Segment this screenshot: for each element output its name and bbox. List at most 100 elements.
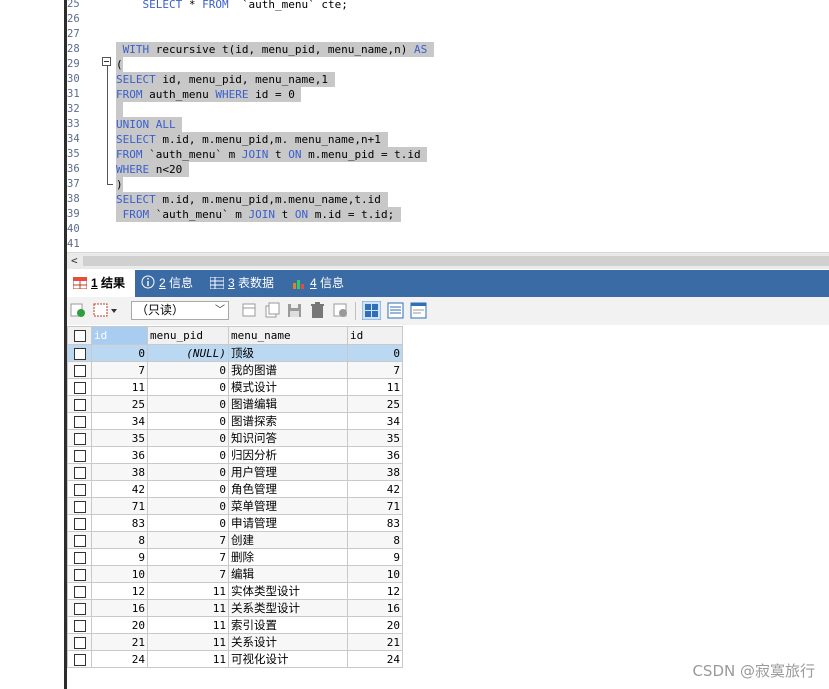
text-view-icon[interactable] [410,302,427,319]
cell-menu-name[interactable]: 可视化设计 [228,650,348,668]
cell-id-2[interactable]: 0 [347,344,403,362]
column-header-id[interactable]: id [91,326,148,345]
code-line[interactable]: 38 SELECT m.id, m.menu_pid,m.menu_name,t.… [67,192,829,207]
refresh-icon[interactable] [70,302,87,319]
grid-view-icon[interactable] [362,301,381,320]
row-checkbox[interactable] [67,378,92,396]
cell-menu-name[interactable]: 关系设计 [228,633,348,651]
row-checkbox[interactable] [67,650,92,668]
cell-id-2[interactable]: 36 [347,446,403,464]
code-line[interactable]: 36 WHERE n<20 [67,162,829,177]
code-line[interactable]: 27 [67,27,829,42]
cell-id[interactable]: 35 [91,429,148,447]
cell-menu-name[interactable]: 索引设置 [228,616,348,634]
row-checkbox[interactable] [67,446,92,464]
save-icon[interactable] [286,302,303,319]
cell-id-2[interactable]: 83 [347,514,403,532]
cell-menu-name[interactable]: 归因分析 [228,446,348,464]
horizontal-scrollbar[interactable]: < [67,252,829,269]
delete-icon[interactable] [309,302,326,319]
code-line[interactable]: 40 [67,222,829,237]
table-row[interactable]: 20 11 索引设置 20 [67,616,403,634]
row-checkbox[interactable] [67,395,92,413]
cell-menu-pid[interactable]: 0 [147,429,229,447]
row-checkbox[interactable] [67,565,92,583]
cell-menu-name[interactable]: 角色管理 [228,480,348,498]
code-line[interactable]: 32 [67,102,829,117]
cell-id[interactable]: 42 [91,480,148,498]
scroll-thumb[interactable] [83,256,829,266]
discard-changes-icon[interactable] [332,302,349,319]
row-checkbox[interactable] [67,497,92,515]
tab-info-2[interactable]: 4 信息 [292,270,344,297]
table-row[interactable]: 24 11 可视化设计 24 [67,650,403,668]
table-row[interactable]: 10 7 编辑 10 [67,565,403,583]
cell-id-2[interactable]: 35 [347,429,403,447]
cell-id-2[interactable]: 8 [347,531,403,549]
cell-id[interactable]: 11 [91,378,148,396]
cell-id[interactable]: 9 [91,548,148,566]
cell-menu-name[interactable]: 知识问答 [228,429,348,447]
cell-id-2[interactable]: 71 [347,497,403,515]
cell-id-2[interactable]: 25 [347,395,403,413]
cell-menu-name[interactable]: 模式设计 [228,378,348,396]
row-checkbox[interactable] [67,599,92,617]
tab-result[interactable]: 1 结果 [67,270,135,297]
code-line[interactable]: 30 SELECT id, menu_pid, menu_name,1 [67,72,829,87]
row-checkbox[interactable] [67,531,92,549]
insert-row-icon[interactable] [241,302,258,319]
column-header-id-2[interactable]: id [347,326,403,345]
cell-id[interactable]: 36 [91,446,148,464]
cell-id-2[interactable]: 42 [347,480,403,498]
cell-menu-name[interactable]: 删除 [228,548,348,566]
row-checkbox[interactable] [67,344,92,362]
cell-menu-name[interactable]: 顶级 [228,344,348,362]
cell-id[interactable]: 34 [91,412,148,430]
code-line[interactable]: 34 SELECT m.id, m.menu_pid,m. menu_name,n… [67,132,829,147]
export-dropdown-icon[interactable] [93,302,119,319]
tab-info[interactable]: 2 信息 [141,270,193,297]
row-checkbox[interactable] [67,480,92,498]
column-header-menu-pid[interactable]: menu_pid [147,326,229,345]
cell-id[interactable]: 25 [91,395,148,413]
code-line[interactable]: 33 UNION ALL [67,117,829,132]
cell-id[interactable]: 24 [91,650,148,668]
code-line[interactable]: 28 WITH recursive t(id, menu_pid, menu_n… [67,42,829,57]
row-checkbox[interactable] [67,463,92,481]
cell-id-2[interactable]: 20 [347,616,403,634]
cell-menu-pid[interactable]: 7 [147,548,229,566]
table-row[interactable]: 42 0 角色管理 42 [67,480,403,498]
cell-menu-name[interactable]: 图谱编辑 [228,395,348,413]
table-row[interactable]: 16 11 关系类型设计 16 [67,599,403,617]
table-row[interactable]: 11 0 模式设计 11 [67,378,403,396]
cell-menu-pid[interactable]: 0 [147,412,229,430]
cell-menu-pid[interactable]: 0 [147,395,229,413]
cell-menu-pid[interactable]: 0 [147,378,229,396]
row-checkbox[interactable] [67,412,92,430]
row-checkbox[interactable] [67,514,92,532]
cell-menu-pid[interactable]: 0 [147,361,229,379]
cell-id[interactable]: 10 [91,565,148,583]
form-view-icon[interactable] [387,302,404,319]
cell-id-2[interactable]: 38 [347,463,403,481]
table-row[interactable]: 25 0 图谱编辑 25 [67,395,403,413]
cell-menu-pid[interactable]: 0 [147,480,229,498]
table-row[interactable]: 0 (NULL) 顶级 0 [67,344,403,362]
cell-menu-pid[interactable]: 7 [147,531,229,549]
code-line[interactable]: 26 [67,12,829,27]
cell-id[interactable]: 38 [91,463,148,481]
cell-menu-name[interactable]: 申请管理 [228,514,348,532]
table-row[interactable]: 83 0 申请管理 83 [67,514,403,532]
cell-menu-name[interactable]: 关系类型设计 [228,599,348,617]
cell-menu-pid[interactable]: 11 [147,616,229,634]
cell-id[interactable]: 20 [91,616,148,634]
table-row[interactable]: 7 0 我的图谱 7 [67,361,403,379]
tab-table-data[interactable]: 3 表数据 [210,270,274,297]
row-checkbox[interactable] [67,548,92,566]
cell-id[interactable]: 0 [91,344,148,362]
column-header-menu-name[interactable]: menu_name [228,326,348,345]
cell-menu-name[interactable]: 实体类型设计 [228,582,348,600]
cell-id[interactable]: 21 [91,633,148,651]
table-row[interactable]: 35 0 知识问答 35 [67,429,403,447]
row-checkbox[interactable] [67,361,92,379]
